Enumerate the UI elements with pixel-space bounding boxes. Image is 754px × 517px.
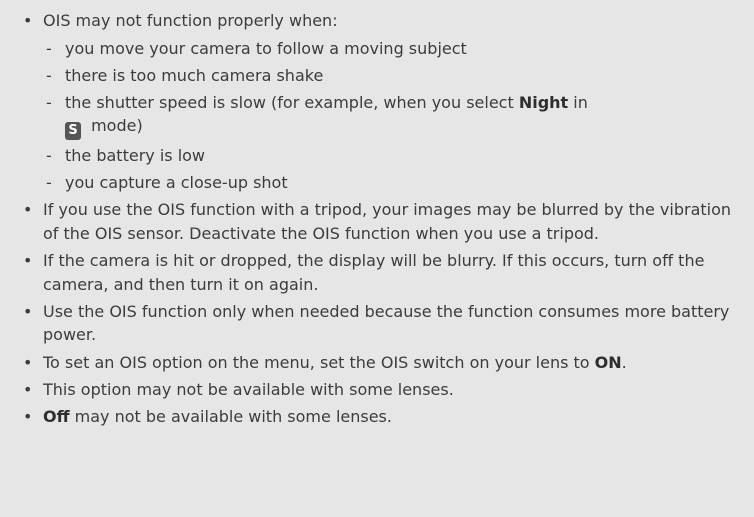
note-text: .: [621, 352, 627, 372]
condition-text: the shutter speed is slow (for example, …: [65, 92, 519, 112]
condition-item: you move your camera to follow a moving …: [43, 37, 734, 61]
note-text: may not be available with some lenses.: [69, 406, 392, 426]
note-off-availability: Off may not be available with some lense…: [21, 405, 734, 429]
condition-text: the battery is low: [65, 146, 206, 166]
notes-panel: OIS may not function properly when: you …: [0, 0, 754, 517]
note-battery: Use the OIS function only when needed be…: [21, 300, 734, 347]
off-label: Off: [43, 406, 70, 426]
condition-item: there is too much camera shake: [43, 64, 734, 88]
notes-list: OIS may not function properly when: you …: [21, 9, 734, 428]
note-ois-switch: To set an OIS option on the menu, set th…: [21, 351, 734, 375]
condition-text: you capture a close-up shot: [65, 173, 288, 193]
on-label: ON: [594, 352, 622, 372]
note-lens-availability: This option may not be available with so…: [21, 378, 734, 402]
note-tripod: If you use the OIS function with a tripo…: [21, 198, 734, 245]
scene-mode-icon: S: [65, 122, 81, 141]
note-text: To set an OIS option on the menu, set th…: [43, 352, 595, 372]
condition-text: in: [568, 92, 588, 112]
conditions-sublist: you move your camera to follow a moving …: [43, 37, 734, 195]
condition-item: the battery is low: [43, 144, 734, 168]
condition-item: the shutter speed is slow (for example, …: [43, 91, 734, 141]
night-mode-label: Night: [518, 92, 569, 112]
note-text: OIS may not function properly when:: [43, 11, 338, 30]
note-text: If you use the OIS function with a tripo…: [43, 200, 732, 243]
condition-text: you move your camera to follow a moving …: [65, 38, 467, 58]
note-text: Use the OIS function only when needed be…: [43, 301, 730, 345]
note-ois-conditions: OIS may not function properly when: you …: [21, 9, 734, 195]
note-text: This option may not be available with so…: [43, 379, 454, 399]
note-text: If the camera is hit or dropped, the dis…: [43, 251, 705, 294]
note-dropped: If the camera is hit or dropped, the dis…: [21, 249, 734, 296]
condition-text: there is too much camera shake: [65, 65, 324, 85]
condition-item: you capture a close-up shot: [43, 171, 734, 195]
condition-text: mode): [86, 116, 143, 136]
